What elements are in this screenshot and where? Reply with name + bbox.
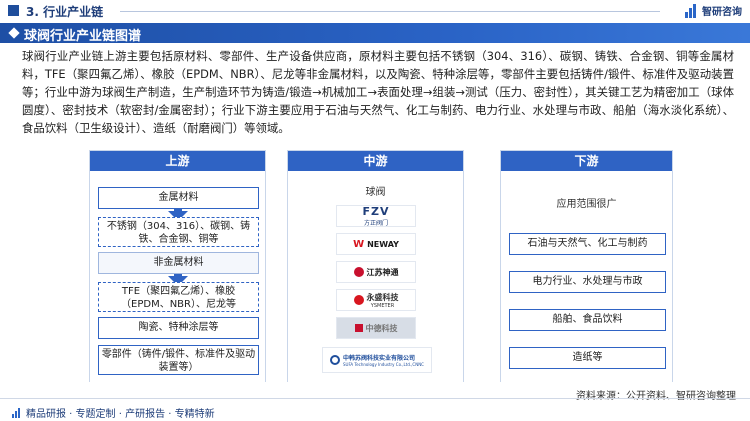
source-note: 资料来源：公开资料、智研咨询整理 xyxy=(576,391,736,402)
section-marker xyxy=(8,5,19,16)
top-bar: 3. 行业产业链 智研咨询 xyxy=(0,0,750,22)
metal-materials-title: 金属材料 xyxy=(98,187,259,209)
chart-bars-icon xyxy=(685,3,699,18)
logo-neway-name: NEWAY xyxy=(367,239,399,249)
page-title: 球阀行业产业链图谱 xyxy=(24,29,142,44)
logo-suhanfa: 中韩苏阀科技实业有限公司 SUFA Technology Industry Co… xyxy=(322,347,432,373)
brand-name: 智研咨询 xyxy=(702,7,742,18)
logo-suhanfa-name: 中韩苏阀科技实业有限公司 xyxy=(343,355,416,362)
title-bar: 球阀行业产业链图谱 xyxy=(0,23,750,44)
logo-yongsheng-name: 永盛科技 xyxy=(366,292,399,302)
logo-fzv-sub: 方正阀门 xyxy=(363,220,388,227)
upstream-body: 金属材料 不锈钢（304、316）、碳钢、铸铁、合金钢、铜等 非金属材料 TFE… xyxy=(90,171,265,383)
nonmetal-materials-list: TFE（聚四氟乙烯）、橡胶（EPDM、NBR）、尼龙等 xyxy=(98,282,259,312)
midstream-label: 球阀 xyxy=(365,187,386,198)
downstream-heading: 下游 xyxy=(501,151,672,171)
downstream-item: 石油与天然气、化工与制药 xyxy=(509,233,666,255)
midstream-body: 球阀 FZV 方正阀门 W NEWAY 江苏神通 永盛科技 YSMETER 中德… xyxy=(288,171,463,383)
logo-fzv-name: FZV xyxy=(362,205,390,218)
midstream-heading: 中游 xyxy=(288,151,463,171)
metal-materials-list: 不锈钢（304、316）、碳钢、铸铁、合金钢、铜等 xyxy=(98,217,259,247)
upstream-heading: 上游 xyxy=(90,151,265,171)
suhanfa-ring-icon xyxy=(330,355,340,365)
logo-yongsheng: 永盛科技 YSMETER xyxy=(336,289,416,311)
downstream-label: 应用范围很广 xyxy=(556,199,617,210)
brand-logo: 智研咨询 xyxy=(685,3,742,18)
logo-zhongde-name: 中德科技 xyxy=(365,323,398,333)
chart-bars-icon xyxy=(12,407,22,418)
downstream-panel: 下游 应用范围很广 石油与天然气、化工与制药 电力行业、水处理与市政 船舶、食品… xyxy=(500,150,673,383)
logo-neway: W NEWAY xyxy=(336,233,416,255)
zhongde-square-icon xyxy=(354,324,363,332)
logo-yongsheng-sub: YSMETER xyxy=(370,302,395,309)
logo-shentong-name: 江苏神通 xyxy=(366,267,399,277)
yongsheng-circle-icon xyxy=(353,295,364,305)
intro-paragraph: 球阀行业产业链上游主要包括原材料、零部件、生产设备供应商，原材料主要包括不锈钢（… xyxy=(22,49,734,135)
logo-suhanfa-sub: SUFA Technology Industry Co.,Ltd.,CNNC xyxy=(343,362,424,367)
nonmetal-materials-title: 非金属材料 xyxy=(98,252,259,274)
parts-components: 零部件（铸件/锻件、标准件及驱动装置等） xyxy=(98,345,259,375)
logo-fzv: FZV 方正阀门 xyxy=(336,205,416,227)
section-heading: 3. 行业产业链 xyxy=(26,5,104,19)
logo-shentong: 江苏神通 xyxy=(336,261,416,283)
downstream-item: 船舶、食品饮料 xyxy=(509,309,666,331)
downstream-body: 应用范围很广 石油与天然气、化工与制药 电力行业、水处理与市政 船舶、食品饮料 … xyxy=(501,171,672,383)
downstream-item: 电力行业、水处理与市政 xyxy=(509,271,666,293)
diamond-icon xyxy=(8,27,20,39)
footer-tagline: 精品研报 · 专题定制 · 产研报告 · 专精特新 xyxy=(12,405,215,420)
upstream-panel: 上游 金属材料 不锈钢（304、316）、碳钢、铸铁、合金钢、铜等 非金属材料 … xyxy=(89,150,266,383)
midstream-panel: 中游 球阀 FZV 方正阀门 W NEWAY 江苏神通 永盛科技 YSMETER… xyxy=(287,150,464,383)
logo-zhongde: 中德科技 xyxy=(336,317,416,339)
ceramic-coating: 陶瓷、特种涂层等 xyxy=(98,317,259,339)
downstream-item: 造纸等 xyxy=(509,347,666,369)
neway-w-icon: W xyxy=(353,238,365,250)
footer-divider xyxy=(0,398,750,399)
footer-tagline-text: 精品研报 · 专题定制 · 产研报告 · 专精特新 xyxy=(26,409,215,420)
shentong-circle-icon xyxy=(353,267,364,277)
divider xyxy=(120,11,660,12)
